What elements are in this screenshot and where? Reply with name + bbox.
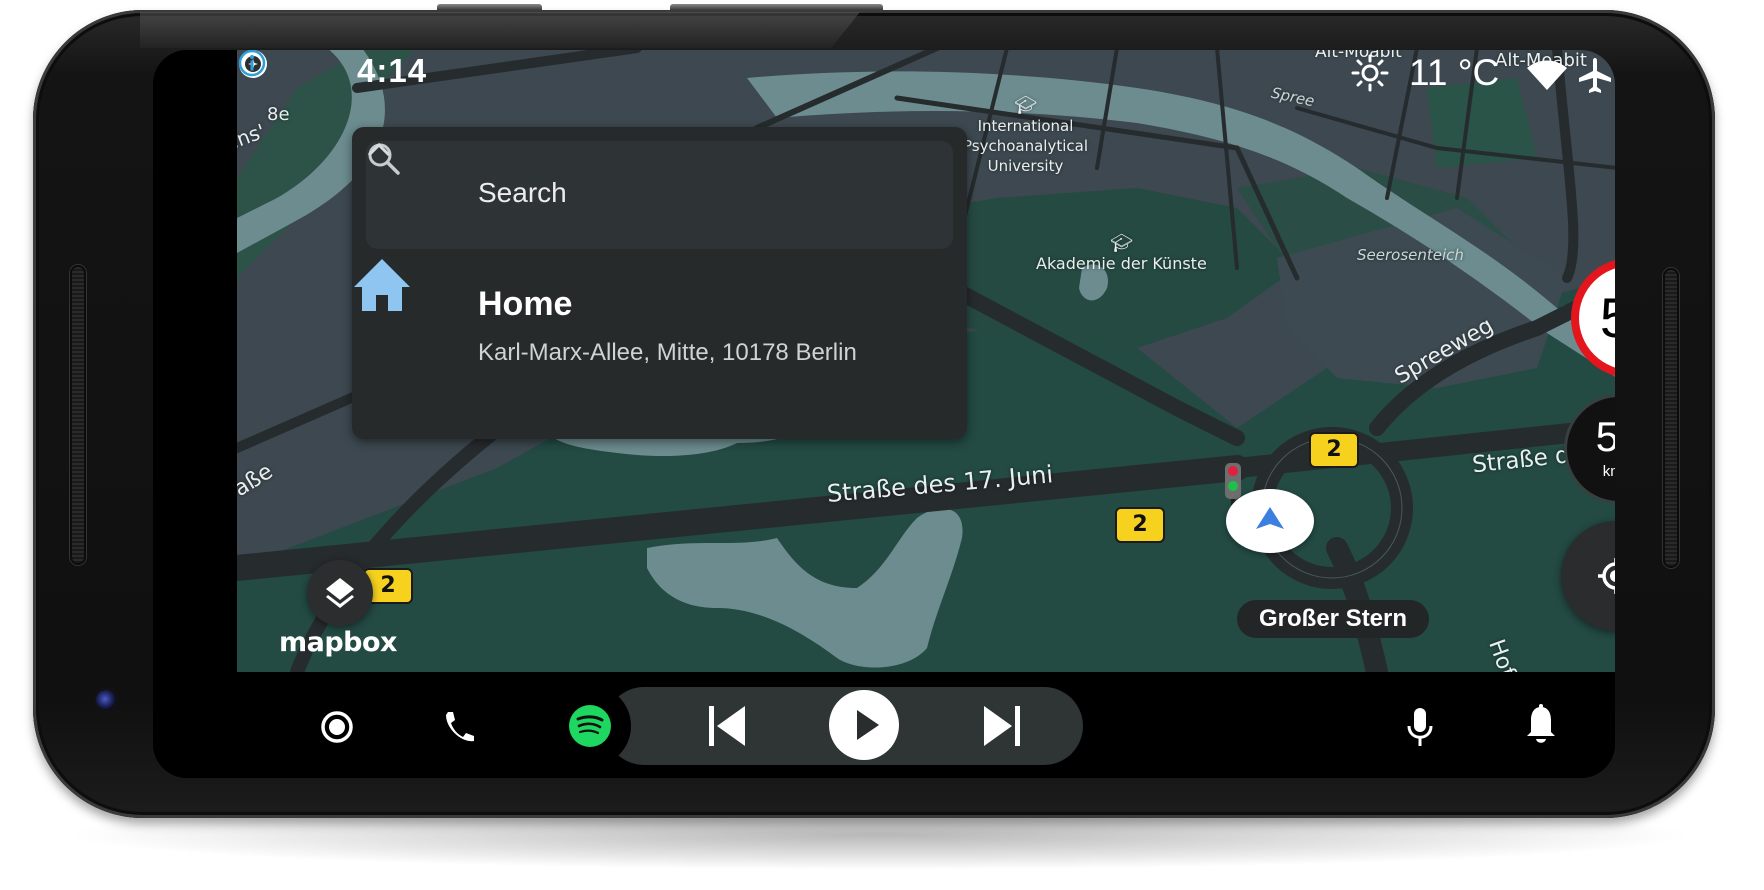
current-location-puck [1226,489,1314,553]
poi-akademie-der-kuenste[interactable]: 🎓︎ Akademie der Künste [1036,233,1207,273]
search-bar[interactable]: Search [366,141,953,249]
front-camera [96,690,116,710]
android-auto-rail [153,674,1615,778]
play-button[interactable] [829,690,899,760]
status-clock: 4:14 [357,52,428,89]
favorite-home-item[interactable]: Home Karl-Marx-Allee, Mitte, 10178 Berli… [352,257,967,427]
notifications-bell-icon[interactable] [1525,704,1557,746]
weather-temperature: 11 °C [1409,52,1500,93]
wifi-icon [1527,60,1567,90]
my-location-icon [1598,558,1615,594]
graduation-cap-icon: 🎓︎ [1014,95,1037,116]
skip-next-icon[interactable] [982,704,1022,748]
route-badge: 2 [1309,432,1359,468]
attribution-info-icon[interactable] [237,50,267,78]
power-button [670,4,883,10]
sun-icon [1351,54,1389,92]
skip-previous-icon[interactable] [707,704,747,748]
recenter-button[interactable] [1561,521,1615,631]
navigation-arrow-icon [1256,507,1284,529]
volume-button [437,4,542,10]
map-layers-button[interactable] [307,560,373,626]
current-place-label: Großer Stern [1237,600,1430,638]
microphone-icon[interactable] [1405,706,1435,748]
spotify-app-button[interactable] [549,685,631,767]
search-card: Search Home Karl-Marx-Allee, Mitte, 1017… [352,127,967,439]
search-placeholder: Search [478,177,567,208]
lake-label-seerosenteich: Seerosenteich [1357,246,1464,264]
current-speed-value: 50 [1595,413,1615,460]
phone-icon[interactable] [442,709,476,745]
spotify-icon [569,705,611,747]
home-icon [354,259,410,311]
layers-icon [326,578,354,608]
chevron-up-icon[interactable] [366,141,392,159]
play-icon [857,710,879,740]
airplane-mode-icon [1579,58,1611,93]
speaker-grille-right [1663,268,1679,568]
current-speed-unit: km/h [1602,463,1615,480]
favorite-address: Karl-Marx-Allee, Mitte, 10178 Berlin [478,339,857,366]
graduation-cap-icon: 🎓︎ [1109,233,1133,254]
street-label-left-top-2: 8e [267,104,290,125]
bezel-reflection [140,12,860,48]
mapbox-wordmark: mapbox [279,627,397,658]
map-view[interactable]: 🎓︎ International Psychoanalytical Univer… [237,50,1615,672]
speaker-grille-left [70,265,86,565]
poi-international-psychoanalytical-university[interactable]: 🎓︎ International Psychoanalytical Univer… [963,96,1088,176]
favorite-title: Home [478,285,573,323]
route-badge: 2 [1115,507,1165,543]
car-display-screen: 🎓︎ International Psychoanalytical Univer… [153,50,1615,778]
launcher-home-icon[interactable] [320,710,354,744]
